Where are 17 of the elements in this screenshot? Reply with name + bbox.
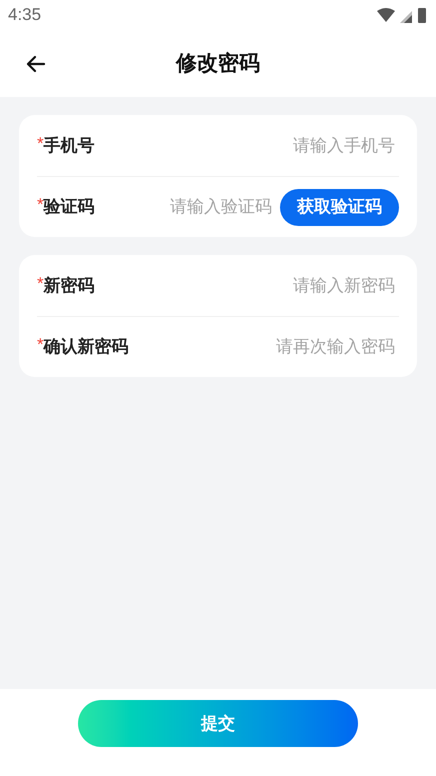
- field-label: 验证码: [44, 196, 95, 218]
- input-field[interactable]: 请输入手机号: [94, 132, 399, 158]
- status-icons: [376, 6, 428, 24]
- field-label: 手机号: [44, 134, 95, 157]
- field-label: 新密码: [44, 274, 95, 297]
- field-label: 确认新密码: [44, 336, 129, 358]
- page-title: 修改密码: [176, 50, 260, 77]
- required-asterisk: *: [37, 196, 44, 214]
- status-time: 4:35: [8, 4, 42, 26]
- input-field[interactable]: 请输入验证码: [94, 194, 276, 220]
- required-asterisk: *: [37, 134, 44, 152]
- required-asterisk: *: [37, 274, 44, 292]
- required-asterisk: *: [37, 336, 44, 354]
- input-field[interactable]: 请再次输入密码: [128, 334, 399, 360]
- get-code-button[interactable]: 获取验证码: [280, 188, 399, 226]
- submit-button[interactable]: 提交: [78, 700, 358, 747]
- input-field[interactable]: 请输入新密码: [94, 272, 399, 298]
